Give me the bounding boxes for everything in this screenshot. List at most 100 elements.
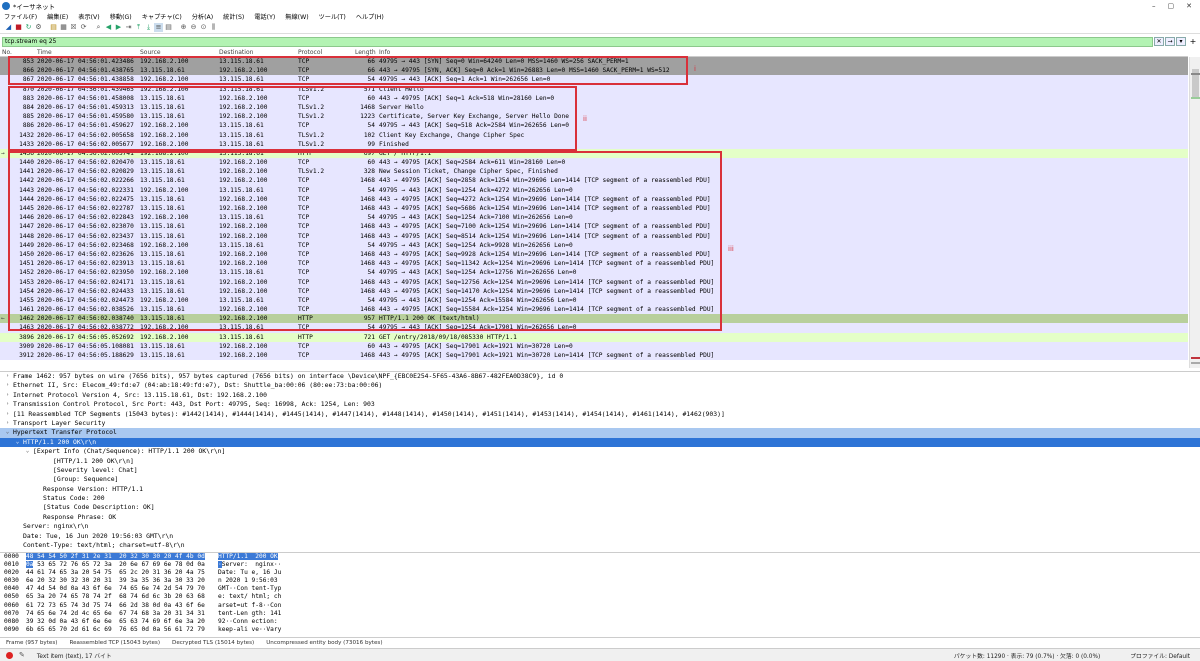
status-profile[interactable]: プロファイル: Default [1130,651,1190,660]
find-packet-icon[interactable]: ⌕ [94,23,103,32]
hex-row[interactable]: 0020 44 61 74 65 3a 20 54 75 65 2c 20 31 … [0,569,1200,577]
open-file-icon[interactable]: ▤ [49,23,58,32]
tree-expander-icon[interactable]: ⌄ [24,447,31,456]
hex-row[interactable]: 0080 39 32 0d 0a 43 6f 6e 6e 65 63 74 69 … [0,618,1200,626]
clear-filter-icon[interactable]: ✕ [1154,37,1164,46]
go-first-packet-icon[interactable]: ⤒ [134,23,143,32]
zoom-reset-icon[interactable]: ⊙ [199,23,208,32]
menu-wireless[interactable]: 無線(W) [285,12,308,21]
menu-edit[interactable]: 編集(E) [47,12,68,21]
reload-file-icon[interactable]: ⟳ [79,23,88,32]
tab-reassembled-tcp[interactable]: Reassembled TCP (15043 bytes) [69,640,160,646]
detail-tree-item[interactable]: › Ethernet II, Src: Elecom_49:fd:e7 (04:a… [0,381,1200,390]
restart-capture-icon[interactable]: ↻ [24,23,33,32]
menu-analyze[interactable]: 分析(A) [192,12,213,21]
add-filter-button[interactable]: + [1188,37,1198,46]
column-protocol[interactable]: Protocol [298,49,322,56]
maximize-button[interactable]: ▢ [1168,2,1175,10]
go-to-packet-icon[interactable]: ⇥ [124,23,133,32]
display-filter-bar: tcp.stream eq 25 ✕ → ▾ + [2,36,1198,47]
packet-row[interactable]: 3896 2020-06-17 04:56:05.052692 192.168.2.… [0,332,1188,342]
column-time[interactable]: Time [37,49,52,56]
detail-tree-item[interactable]: › Internet Protocol Version 4, Src: 13.11… [0,391,1200,400]
detail-tree-item[interactable]: Content-Type: text/html; charset=utf-8\r… [0,541,1200,549]
packet-row[interactable]: 3909 2020-06-17 04:56:05.108081 13.115.18.… [0,341,1188,351]
hex-row[interactable]: 0030 6e 20 32 30 32 30 20 31 39 3a 35 36 … [0,577,1200,585]
menu-capture[interactable]: キャプチャ(C) [142,12,182,21]
capture-options-icon[interactable]: ⚙ [34,23,43,32]
hex-row[interactable]: 0090 6b 65 65 70 2d 61 6c 69 76 65 0d 0a … [0,626,1200,634]
menu-go[interactable]: 移動(G) [110,12,132,21]
wireshark-logo-icon [2,1,10,10]
go-last-packet-icon[interactable]: ⤓ [144,23,153,32]
start-capture-icon[interactable]: ◢ [4,23,13,32]
packet-length: 1468 [360,352,375,359]
packet-list-scrollbar[interactable] [1189,57,1200,368]
menu-telephony[interactable]: 電話(Y) [254,12,275,21]
menu-tools[interactable]: ツール(T) [319,12,346,21]
detail-tree-item[interactable]: Response Phrase: OK [0,513,1200,522]
stop-capture-icon[interactable]: ■ [14,23,23,32]
detail-tree-item[interactable]: [Status Code Description: OK] [0,503,1200,512]
zoom-in-icon[interactable]: ⊕ [179,23,188,32]
hex-row[interactable]: 0000 48 54 54 50 2f 31 2e 31 20 32 30 30 … [0,553,1200,561]
detail-tree-item[interactable]: ⌄ [Expert Info (Chat/Sequence): HTTP/1.1 … [0,447,1200,456]
menu-help[interactable]: ヘルプ(H) [356,12,384,21]
detail-tree-item[interactable]: Date: Tue, 16 Jun 2020 19:56:03 GMT\r\n [0,532,1200,541]
hex-row[interactable]: 0010 0a 53 65 72 76 65 72 3a 20 6e 67 69 … [0,561,1200,569]
resize-columns-icon[interactable]: ⫼ [209,23,218,32]
tree-expander-icon[interactable]: › [4,372,11,381]
detail-tree-item[interactable]: [HTTP/1.1 200 OK\r\n] [0,457,1200,466]
tab-frame[interactable]: Frame (957 bytes) [6,640,57,646]
tree-expander-icon[interactable]: › [4,381,11,390]
column-no[interactable]: No. [2,49,12,56]
detail-tree-item[interactable]: › [11 Reassembled TCP Segments (15043 byt… [0,410,1200,419]
packet-info: 443 → 49795 [ACK] Seq=17901 Ack=1921 Win… [379,352,715,359]
close-file-icon[interactable]: ☒ [69,23,78,32]
column-destination[interactable]: Destination [219,49,253,56]
annotation-label-iii: iii [728,245,734,253]
capture-status-icon[interactable] [6,651,13,659]
detail-tree-item[interactable]: [Severity level: Chat] [0,466,1200,475]
menu-view[interactable]: 表示(V) [78,12,99,21]
tree-expander-icon[interactable]: › [4,410,11,419]
tab-uncompressed-body[interactable]: Uncompressed entity body (73016 bytes) [266,640,382,646]
detail-tree-item[interactable]: › Transport Layer Security [0,419,1200,428]
detail-tree-item[interactable]: Status Code: 200 [0,494,1200,503]
detail-tree-item[interactable]: › Transmission Control Protocol, Src Port… [0,400,1200,409]
close-button[interactable]: ✕ [1186,2,1192,10]
hex-row[interactable]: 0060 61 72 73 65 74 3d 75 74 66 2d 38 0d … [0,602,1200,610]
column-source[interactable]: Source [140,49,161,56]
zoom-out-icon[interactable]: ⊖ [189,23,198,32]
display-filter-input[interactable]: tcp.stream eq 25 [2,36,1153,47]
edit-comment-icon[interactable]: ✎ [19,651,25,659]
hex-row[interactable]: 0040 47 4d 54 0d 0a 43 6f 6e 74 65 6e 74 … [0,585,1200,593]
detail-tree-item[interactable]: ⌄ Hypertext Transfer Protocol [0,428,1200,438]
column-info[interactable]: Info [379,49,390,56]
filter-dropdown-icon[interactable]: ▾ [1176,37,1186,46]
tree-expander-icon[interactable]: ⌄ [14,438,21,447]
minimize-button[interactable]: – [1152,2,1156,10]
detail-tree-item[interactable]: [Group: Sequence] [0,475,1200,484]
menu-statistics[interactable]: 統計(S) [223,12,244,21]
menu-file[interactable]: ファイル(F) [4,12,37,21]
tree-expander-icon[interactable]: › [4,419,11,428]
detail-tree-item[interactable]: Response Version: HTTP/1.1 [0,485,1200,494]
tree-expander-icon[interactable]: › [4,400,11,409]
detail-tree-item[interactable]: Server: nginx\r\n [0,522,1200,531]
go-back-icon[interactable]: ◀ [104,23,113,32]
save-file-icon[interactable]: ▦ [59,23,68,32]
detail-tree-item[interactable]: › Frame 1462: 957 bytes on wire (7656 bit… [0,372,1200,381]
packet-row[interactable]: 3912 2020-06-17 04:56:05.188629 13.115.18.… [0,351,1188,361]
hex-row[interactable]: 0070 74 65 6e 74 2d 4c 65 6e 67 74 68 3a … [0,610,1200,618]
tree-expander-icon[interactable]: ⌄ [4,428,11,437]
hex-row[interactable]: 0050 65 3a 20 74 65 78 74 2f 68 74 6d 6c … [0,593,1200,601]
tree-expander-icon[interactable]: › [4,391,11,400]
apply-filter-icon[interactable]: → [1165,37,1175,46]
tab-decrypted-tls[interactable]: Decrypted TLS (15014 bytes) [172,640,254,646]
column-length[interactable]: Length [355,49,376,56]
detail-tree-item[interactable]: ⌄ HTTP/1.1 200 OK\r\n [0,437,1200,448]
colorize-icon[interactable]: ▤ [164,23,173,32]
go-forward-icon[interactable]: ▶ [114,23,123,32]
autoscroll-icon[interactable]: ≡ [154,23,163,32]
